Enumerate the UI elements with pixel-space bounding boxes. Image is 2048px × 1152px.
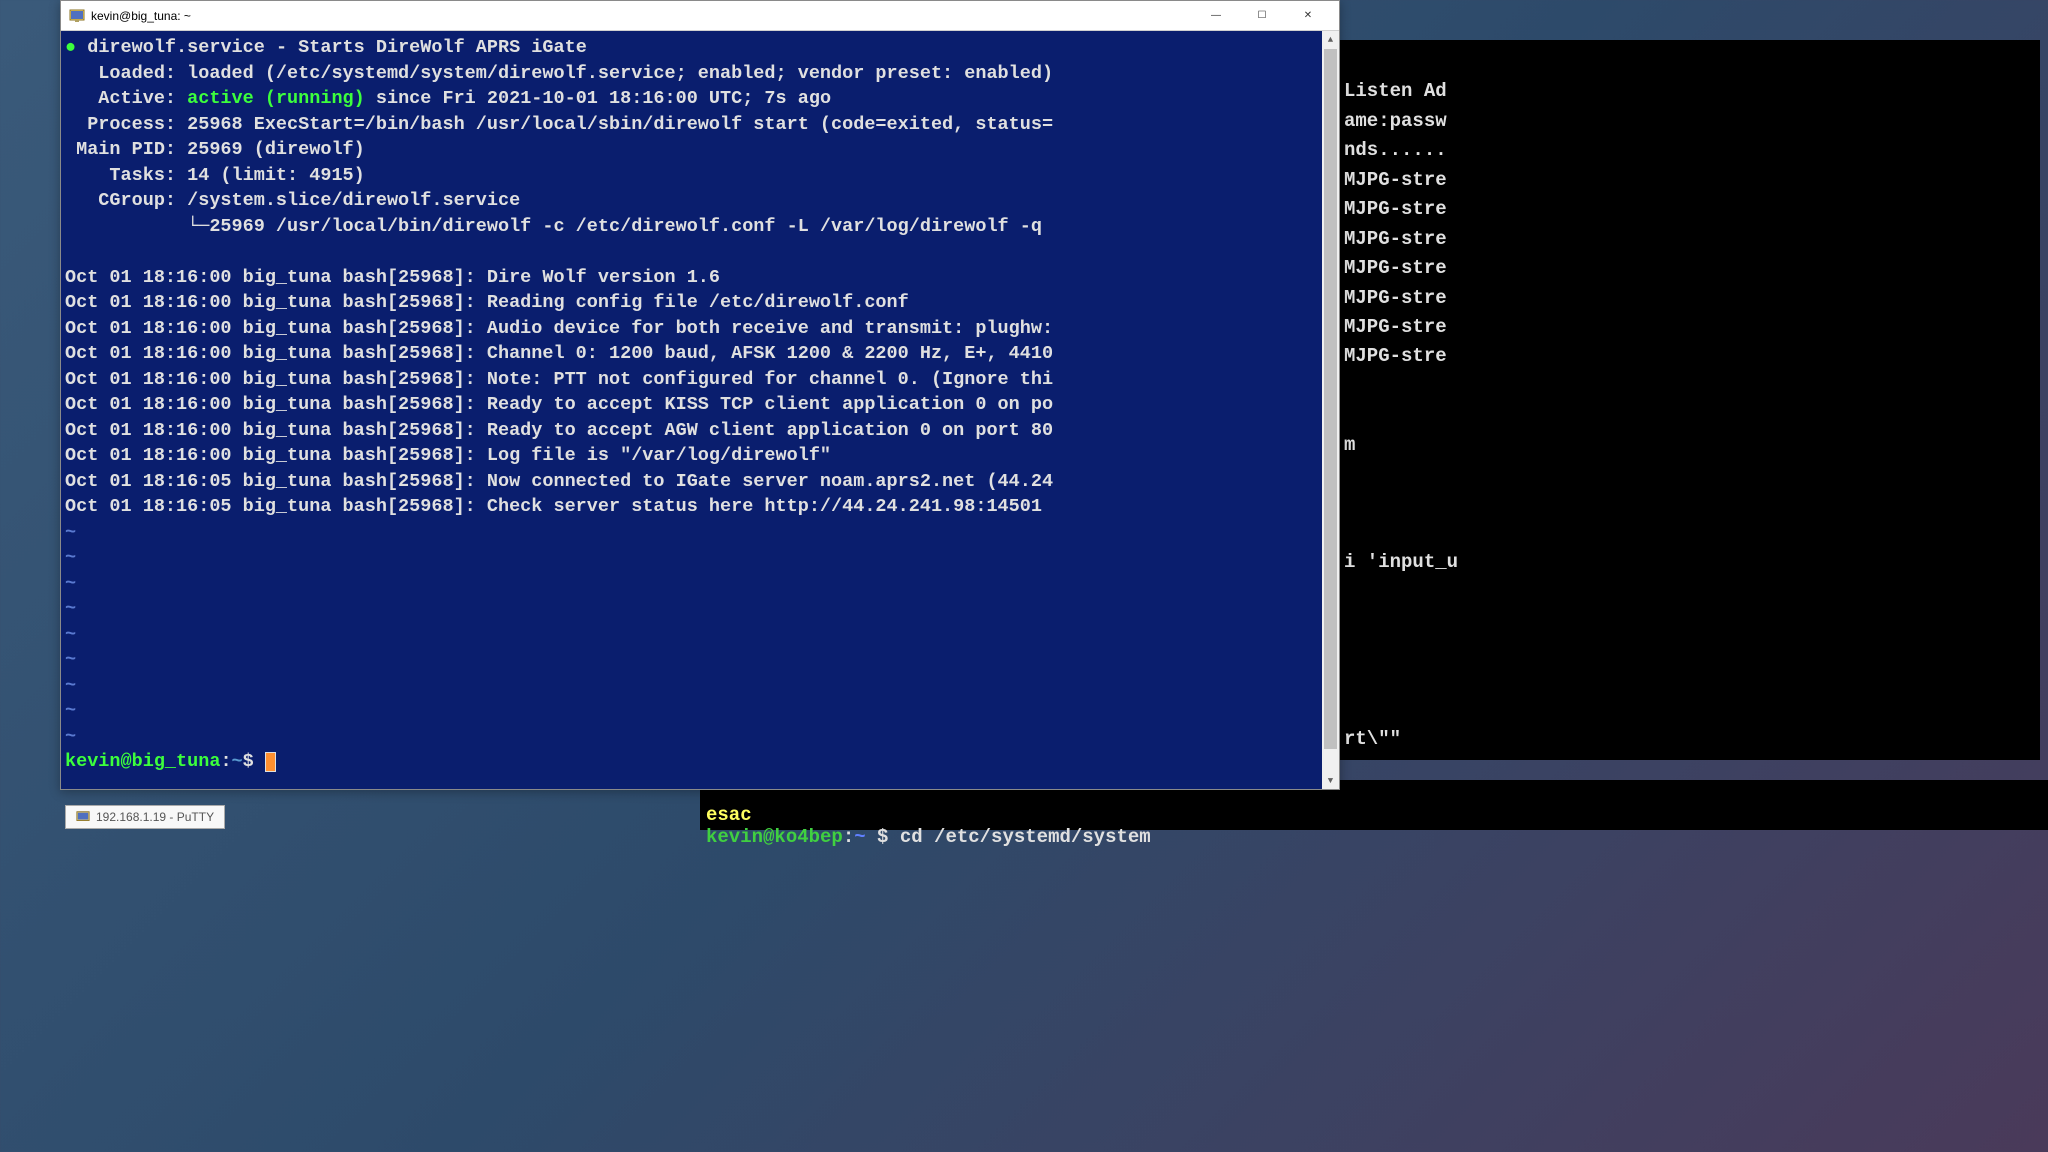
mainpid-line: Main PID: 25969 (direwolf) [65,139,365,160]
scroll-thumb[interactable] [1324,49,1337,749]
cursor-icon [265,752,276,772]
tilde-line: ~ [65,522,76,543]
titlebar[interactable]: kevin@big_tuna: ~ — ☐ ✕ [61,1,1339,31]
window-title: kevin@big_tuna: ~ [91,9,1193,23]
prompt-dollar: $ [243,751,265,772]
putty-window: kevin@big_tuna: ~ — ☐ ✕ ● direwolf.servi… [60,0,1340,790]
bg-line: Listen Ad [1344,80,1447,102]
background-terminal: Listen Ad ame:passw nds...... MJPG-stre … [1340,40,2040,760]
log-line: Oct 01 18:16:00 big_tuna bash[25968]: Di… [65,267,720,288]
log-line: Oct 01 18:16:05 big_tuna bash[25968]: No… [65,471,1053,492]
bg-line: rt\"" [1344,728,1401,750]
taskbar-label: 192.168.1.19 - PuTTY [96,810,214,824]
active-label: Active: [65,88,187,109]
bg-line: MJPG-stre [1344,287,1447,309]
tilde-line: ~ [65,726,76,747]
terminal-output[interactable]: ● direwolf.service - Starts DireWolf APR… [61,31,1322,789]
active-status: active (running) [187,88,365,109]
bg2-sep: : [843,826,854,848]
log-line: Oct 01 18:16:00 big_tuna bash[25968]: No… [65,369,1053,390]
log-line: Oct 01 18:16:00 big_tuna bash[25968]: Re… [65,394,1053,415]
bg2-cmd: $ cd /etc/systemd/system [866,826,1151,848]
bg2-prompt-user: kevin@ko4bep [706,826,843,848]
status-bullet-icon: ● [65,37,87,58]
cgroup-proc-line: └─25969 /usr/local/bin/direwolf -c /etc/… [65,216,1042,237]
cgroup-line: CGroup: /system.slice/direwolf.service [65,190,520,211]
process-line: Process: 25968 ExecStart=/bin/bash /usr/… [65,114,1053,135]
bg-line: MJPG-stre [1344,228,1447,250]
loaded-line: Loaded: loaded (/etc/systemd/system/dire… [65,63,1053,84]
active-since: since Fri 2021-10-01 18:16:00 UTC; 7s ag… [365,88,831,109]
putty-icon [69,8,85,24]
bg-line: MJPG-stre [1344,257,1447,279]
tasks-line: Tasks: 14 (limit: 4915) [65,165,365,186]
maximize-button[interactable]: ☐ [1239,2,1285,30]
putty-icon [76,810,90,824]
log-line: Oct 01 18:16:00 big_tuna bash[25968]: Re… [65,420,1053,441]
bg-line: MJPG-stre [1344,198,1447,220]
tilde-line: ~ [65,598,76,619]
bg-line: ame:passw [1344,110,1447,132]
bg2-line: esac [706,804,752,826]
tilde-line: ~ [65,700,76,721]
close-button[interactable]: ✕ [1285,2,1331,30]
prompt-user: kevin@big_tuna [65,751,220,772]
tilde-line: ~ [65,624,76,645]
bg-line: i 'input_u [1344,551,1458,573]
tilde-line: ~ [65,547,76,568]
prompt-path: ~ [232,751,243,772]
log-line: Oct 01 18:16:05 big_tuna bash[25968]: Ch… [65,496,1042,517]
log-line: Oct 01 18:16:00 big_tuna bash[25968]: Lo… [65,445,831,466]
taskbar-item-putty[interactable]: 192.168.1.19 - PuTTY [65,805,225,829]
bg2-path: ~ [854,826,865,848]
log-line: Oct 01 18:16:00 big_tuna bash[25968]: Re… [65,292,909,313]
tilde-line: ~ [65,675,76,696]
bg-line: MJPG-stre [1344,169,1447,191]
tilde-line: ~ [65,573,76,594]
tilde-line: ~ [65,649,76,670]
vertical-scrollbar[interactable]: ▲ ▼ [1322,31,1339,789]
log-line: Oct 01 18:16:00 big_tuna bash[25968]: Ch… [65,343,1053,364]
prompt-sep: : [220,751,231,772]
bg-line: MJPG-stre [1344,316,1447,338]
taskbar: 192.168.1.19 - PuTTY [65,802,225,832]
bg-line: MJPG-stre [1344,345,1447,367]
bg-line: nds...... [1344,139,1447,161]
window-controls: — ☐ ✕ [1193,2,1331,30]
scroll-down-icon[interactable]: ▼ [1322,772,1339,789]
service-header: direwolf.service - Starts DireWolf APRS … [87,37,587,58]
scroll-up-icon[interactable]: ▲ [1322,31,1339,48]
log-line: Oct 01 18:16:00 big_tuna bash[25968]: Au… [65,318,1053,339]
minimize-button[interactable]: — [1193,2,1239,30]
bg-line: m [1344,434,1355,456]
